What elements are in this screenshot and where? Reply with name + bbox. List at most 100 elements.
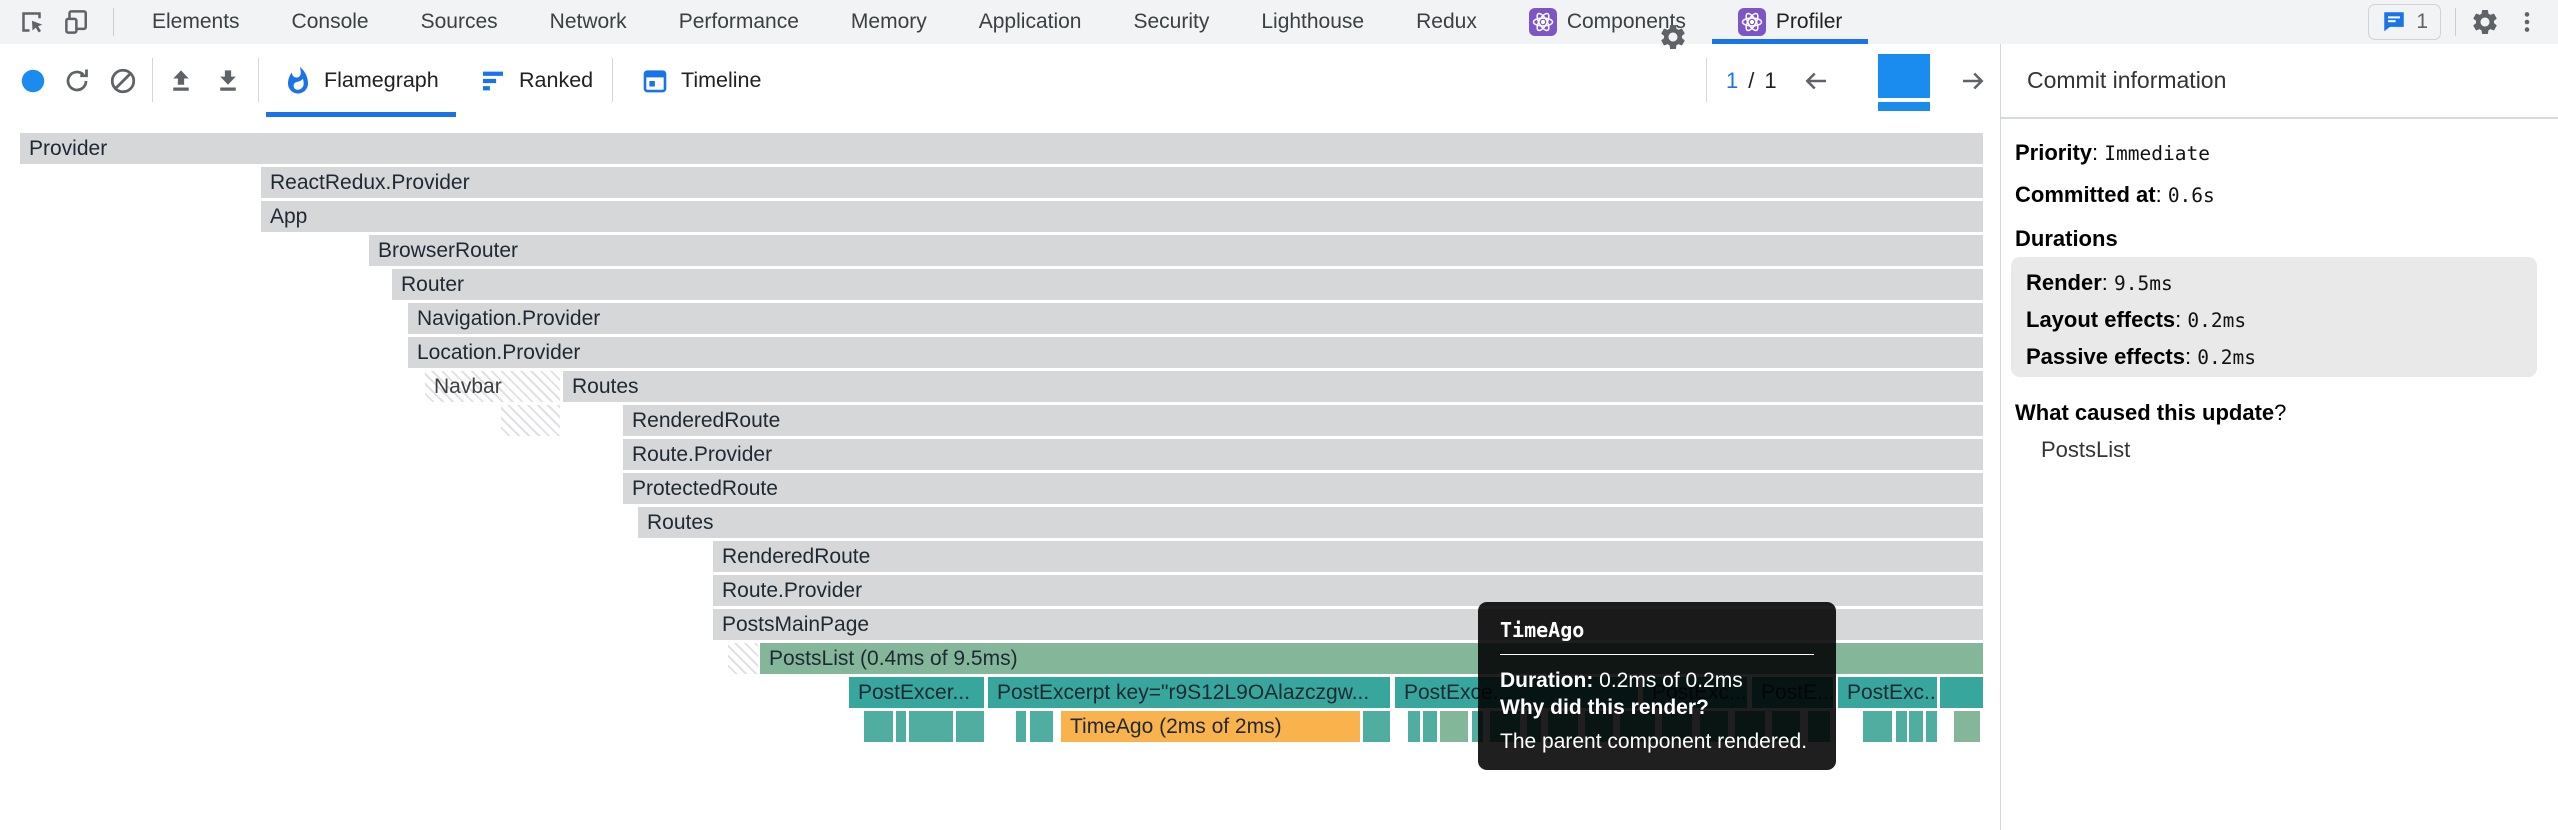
react-icon: [1529, 8, 1557, 36]
flame-bar-renderedroute[interactable]: RenderedRoute: [623, 405, 1983, 436]
flame-bar[interactable]: [1016, 711, 1026, 742]
divider: [1706, 58, 1707, 102]
tab-bar-right-controls: 1: [2368, 0, 2540, 44]
commit-navigator: 1 / 1: [1726, 44, 1831, 117]
tab-label: Elements: [152, 10, 240, 34]
priority-label: Priority: [2015, 140, 2092, 165]
tab-flamegraph[interactable]: Flamegraph: [283, 58, 439, 103]
flame-bar[interactable]: [956, 711, 984, 742]
flame-bar[interactable]: [896, 711, 906, 742]
tab-label: Performance: [679, 10, 799, 34]
record-icon[interactable]: [18, 66, 48, 96]
flame-bar[interactable]: [1940, 677, 1983, 708]
tab-lighthouse[interactable]: Lighthouse: [1235, 0, 1390, 44]
flame-bar-postexcer[interactable]: PostExcer...: [849, 677, 984, 708]
tab-label: Sources: [421, 10, 498, 34]
committed-at-row: Committed at: 0.6s: [2015, 182, 2215, 208]
tab-network[interactable]: Network: [524, 0, 653, 44]
tab-performance[interactable]: Performance: [653, 0, 825, 44]
commit-index-input[interactable]: 1: [1726, 68, 1738, 94]
cause-component-link[interactable]: PostsList: [2041, 437, 2130, 463]
commit-selector-bar[interactable]: [1878, 54, 1930, 111]
duration-row-layout-effects: Layout effects: 0.2ms: [2026, 307, 2246, 333]
tab-ranked-label: Ranked: [519, 68, 593, 93]
durations-label: Durations: [2015, 226, 2118, 251]
flame-bar[interactable]: [1030, 711, 1053, 742]
flame-bar[interactable]: [1926, 711, 1937, 742]
tab-elements[interactable]: Elements: [126, 0, 266, 44]
flame-bar[interactable]: [728, 643, 758, 674]
tab-label: Application: [979, 10, 1082, 34]
tooltip-divider: [1500, 654, 1814, 655]
prev-commit-icon[interactable]: [1801, 66, 1831, 96]
divider: [152, 58, 153, 102]
upload-icon[interactable]: [166, 66, 196, 96]
flame-bar[interactable]: [1363, 711, 1390, 742]
flame-bar-provider[interactable]: Provider: [20, 133, 1983, 164]
tab-console[interactable]: Console: [266, 0, 395, 44]
devtools-tab-bar: Elements Console Sources Network Performance…: [0, 0, 2558, 46]
flame-bar-navbar[interactable]: Navbar: [425, 371, 560, 402]
flame-bar-app[interactable]: App: [261, 201, 1983, 232]
flame-bar-browserrouter[interactable]: BrowserRouter: [369, 235, 1983, 266]
tab-flamegraph-label: Flamegraph: [324, 68, 439, 93]
flame-bar[interactable]: [1440, 711, 1468, 742]
flame-bar[interactable]: [1954, 711, 1980, 742]
flame-bar-routes[interactable]: Routes: [563, 371, 1983, 402]
flame-bar[interactable]: [1863, 711, 1892, 742]
flame-bar-reactredux-provider[interactable]: ReactRedux.Provider: [261, 167, 1983, 198]
device-toolbar-icon[interactable]: [62, 7, 92, 37]
tab-timeline[interactable]: Timeline: [640, 58, 761, 103]
flame-bar[interactable]: [1896, 711, 1907, 742]
flame-bar[interactable]: [1423, 711, 1437, 742]
cause-label: What caused this update: [2015, 400, 2274, 425]
flame-bar[interactable]: [864, 711, 893, 742]
reload-icon[interactable]: [62, 66, 92, 96]
flame-bar[interactable]: [1408, 711, 1420, 742]
next-commit-icon[interactable]: [1958, 66, 1988, 96]
flame-bar-postexcerpt-key-r9s12l9oalazczgw[interactable]: PostExcerpt key="r9S12L9OAlazczgw...: [988, 677, 1390, 708]
tab-label: Memory: [851, 10, 927, 34]
tab-security[interactable]: Security: [1107, 0, 1235, 44]
clear-icon[interactable]: [108, 66, 138, 96]
tooltip-why-label: Why did this render?: [1500, 696, 1709, 719]
flame-bar-postexc[interactable]: PostExc...: [1838, 677, 1937, 708]
feedback-button[interactable]: 1: [2368, 4, 2441, 40]
divider: [2455, 8, 2456, 36]
flame-bar[interactable]: [1909, 711, 1923, 742]
tab-profiler[interactable]: Profiler: [1712, 0, 1869, 44]
profiler-settings-gear-icon[interactable]: [1658, 22, 1688, 52]
tab-memory[interactable]: Memory: [825, 0, 953, 44]
more-menu-icon[interactable]: [2514, 7, 2540, 37]
tab-redux[interactable]: Redux: [1390, 0, 1503, 44]
cause-question-mark: ?: [2274, 400, 2286, 425]
tab-label: Profiler: [1776, 10, 1843, 34]
flame-bar-routes[interactable]: Routes: [638, 507, 1983, 538]
flame-icon: [283, 66, 313, 96]
durations-heading: Durations: [2015, 226, 2118, 252]
flame-bar-protectedroute[interactable]: ProtectedRoute: [623, 473, 1983, 504]
flame-bar[interactable]: [501, 405, 560, 436]
settings-gear-icon[interactable]: [2470, 7, 2500, 37]
flame-bar-timeago-2ms-of-2ms[interactable]: TimeAgo (2ms of 2ms): [1061, 711, 1360, 742]
flame-bar-navigation-provider[interactable]: Navigation.Provider: [408, 303, 1983, 334]
flame-bar-router[interactable]: Router: [392, 269, 1983, 300]
flame-bar-renderedroute[interactable]: RenderedRoute: [713, 541, 1983, 572]
tab-label: Security: [1133, 10, 1209, 34]
download-icon[interactable]: [213, 66, 243, 96]
tab-label: Lighthouse: [1261, 10, 1364, 34]
tab-timeline-label: Timeline: [681, 68, 761, 93]
priority-row: Priority: Immediate: [2015, 140, 2210, 166]
tab-sources[interactable]: Sources: [395, 0, 524, 44]
tab-application[interactable]: Application: [953, 0, 1108, 44]
flame-bar-route-provider[interactable]: Route.Provider: [623, 439, 1983, 470]
committed-at-label: Committed at: [2015, 182, 2156, 207]
feedback-icon: [2381, 9, 2407, 35]
flame-bar-location-provider[interactable]: Location.Provider: [408, 337, 1983, 368]
flame-bar[interactable]: [909, 711, 953, 742]
duration-row-render: Render: 9.5ms: [2026, 270, 2173, 296]
inspect-icon[interactable]: [17, 7, 47, 37]
tab-ranked[interactable]: Ranked: [478, 58, 593, 103]
committed-at-value: 0.6s: [2168, 184, 2215, 207]
commit-index-separator: /: [1748, 68, 1754, 94]
